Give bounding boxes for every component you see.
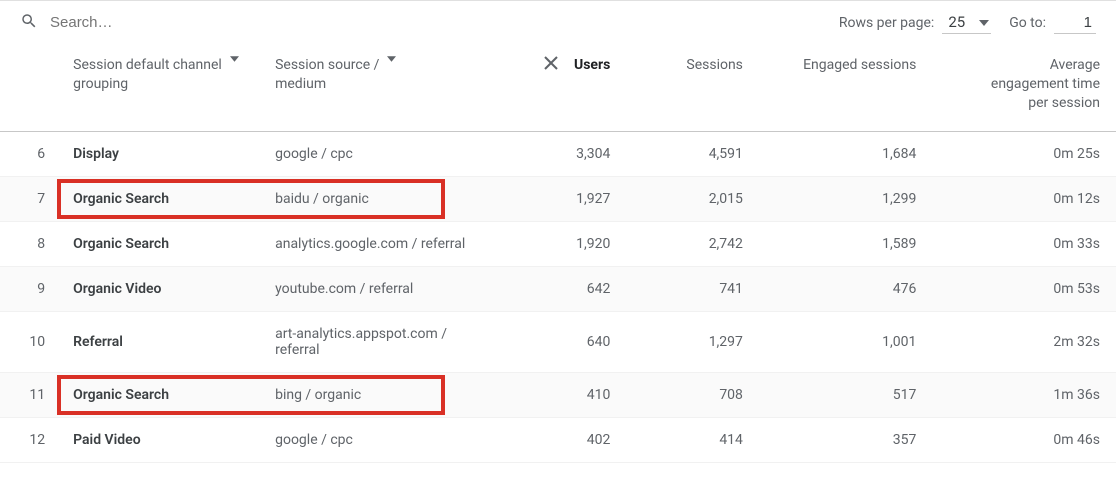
row-index: 10 bbox=[0, 311, 57, 372]
table-row[interactable]: 11Organic Searchbing / organic4107085171… bbox=[0, 372, 1116, 417]
row-avg: 0m 12s bbox=[932, 176, 1116, 221]
row-channel: Organic Search bbox=[57, 176, 259, 221]
row-sessions: 708 bbox=[626, 372, 759, 417]
row-engaged: 1,299 bbox=[759, 176, 932, 221]
header-avg[interactable]: Averageengagement timeper session bbox=[932, 44, 1116, 131]
row-engaged: 1,001 bbox=[759, 311, 932, 372]
data-table: Session default channelgrouping Session … bbox=[0, 44, 1116, 463]
header-users-label: Users bbox=[574, 56, 610, 75]
row-source: art-analytics.appspot.com / referral bbox=[259, 311, 504, 372]
header-sessions-label: Sessions bbox=[686, 57, 743, 73]
row-avg: 1m 36s bbox=[932, 372, 1116, 417]
row-channel: Organic Search bbox=[57, 221, 259, 266]
row-sessions: 2,015 bbox=[626, 176, 759, 221]
goto-input[interactable] bbox=[1054, 12, 1096, 34]
row-users: 640 bbox=[504, 311, 626, 372]
caret-down-icon bbox=[979, 14, 989, 30]
header-idx bbox=[0, 44, 57, 131]
table-row[interactable]: 10Referralart-analytics.appspot.com / re… bbox=[0, 311, 1116, 372]
header-source-label: Session source /medium bbox=[275, 56, 379, 94]
pager: Rows per page: 25 Go to: bbox=[839, 11, 1096, 34]
row-sessions: 2,742 bbox=[626, 221, 759, 266]
row-source: analytics.google.com / referral bbox=[259, 221, 504, 266]
row-source: google / cpc bbox=[259, 131, 504, 176]
row-engaged: 476 bbox=[759, 266, 932, 311]
header-channel-label: Session default channelgrouping bbox=[73, 56, 222, 94]
row-source: google / cpc bbox=[259, 417, 504, 462]
goto-label: Go to: bbox=[1009, 15, 1046, 31]
row-users: 410 bbox=[504, 372, 626, 417]
row-users: 642 bbox=[504, 266, 626, 311]
row-sessions: 4,591 bbox=[626, 131, 759, 176]
table-body: 6Displaygoogle / cpc3,3044,5911,6840m 25… bbox=[0, 131, 1116, 462]
row-index: 6 bbox=[0, 131, 57, 176]
row-channel: Organic Search bbox=[57, 372, 259, 417]
row-avg: 0m 33s bbox=[932, 221, 1116, 266]
report-container: Rows per page: 25 Go to: bbox=[0, 0, 1116, 463]
rows-per-page: Rows per page: 25 bbox=[839, 11, 991, 34]
table-row[interactable]: 8Organic Searchanalytics.google.com / re… bbox=[0, 221, 1116, 266]
row-avg: 0m 53s bbox=[932, 266, 1116, 311]
row-channel: Referral bbox=[57, 311, 259, 372]
header-source[interactable]: Session source /medium bbox=[259, 44, 504, 131]
row-sessions: 741 bbox=[626, 266, 759, 311]
row-index: 7 bbox=[0, 176, 57, 221]
row-sessions: 1,297 bbox=[626, 311, 759, 372]
row-channel: Paid Video bbox=[57, 417, 259, 462]
row-index: 9 bbox=[0, 266, 57, 311]
row-index: 8 bbox=[0, 221, 57, 266]
row-source: baidu / organic bbox=[259, 176, 504, 221]
table-row[interactable]: 12Paid Videogoogle / cpc4024143570m 46s bbox=[0, 417, 1116, 462]
row-users: 402 bbox=[504, 417, 626, 462]
header-engaged-label: Engaged sessions bbox=[803, 57, 916, 73]
caret-down-icon bbox=[387, 56, 396, 62]
row-engaged: 1,589 bbox=[759, 221, 932, 266]
row-source: youtube.com / referral bbox=[259, 266, 504, 311]
search-icon bbox=[20, 12, 38, 34]
row-index: 11 bbox=[0, 372, 57, 417]
header-channel[interactable]: Session default channelgrouping bbox=[57, 44, 259, 131]
search-input[interactable] bbox=[50, 14, 350, 31]
header-avg-label: Averageengagement timeper session bbox=[991, 57, 1100, 111]
row-channel: Display bbox=[57, 131, 259, 176]
row-index: 12 bbox=[0, 417, 57, 462]
row-users: 1,920 bbox=[504, 221, 626, 266]
close-icon[interactable] bbox=[544, 56, 558, 70]
toolbar: Rows per page: 25 Go to: bbox=[0, 0, 1116, 44]
row-engaged: 357 bbox=[759, 417, 932, 462]
header-row: Session default channelgrouping Session … bbox=[0, 44, 1116, 131]
row-avg: 2m 32s bbox=[932, 311, 1116, 372]
goto-field: Go to: bbox=[1009, 12, 1096, 34]
row-engaged: 517 bbox=[759, 372, 932, 417]
rows-value: 25 bbox=[948, 13, 965, 31]
row-avg: 0m 46s bbox=[932, 417, 1116, 462]
row-channel: Organic Video bbox=[57, 266, 259, 311]
rows-label: Rows per page: bbox=[839, 15, 934, 31]
table-row[interactable]: 7Organic Searchbaidu / organic1,9272,015… bbox=[0, 176, 1116, 221]
rows-select[interactable]: 25 bbox=[942, 11, 991, 34]
row-avg: 0m 25s bbox=[932, 131, 1116, 176]
row-sessions: 414 bbox=[626, 417, 759, 462]
row-users: 3,304 bbox=[504, 131, 626, 176]
caret-down-icon bbox=[230, 56, 239, 62]
header-users[interactable]: Users bbox=[504, 44, 626, 131]
search-wrap bbox=[20, 12, 839, 34]
row-source: bing / organic bbox=[259, 372, 504, 417]
row-users: 1,927 bbox=[504, 176, 626, 221]
row-engaged: 1,684 bbox=[759, 131, 932, 176]
header-sessions[interactable]: Sessions bbox=[626, 44, 759, 131]
table-row[interactable]: 6Displaygoogle / cpc3,3044,5911,6840m 25… bbox=[0, 131, 1116, 176]
table-row[interactable]: 9Organic Videoyoutube.com / referral6427… bbox=[0, 266, 1116, 311]
header-engaged[interactable]: Engaged sessions bbox=[759, 44, 932, 131]
